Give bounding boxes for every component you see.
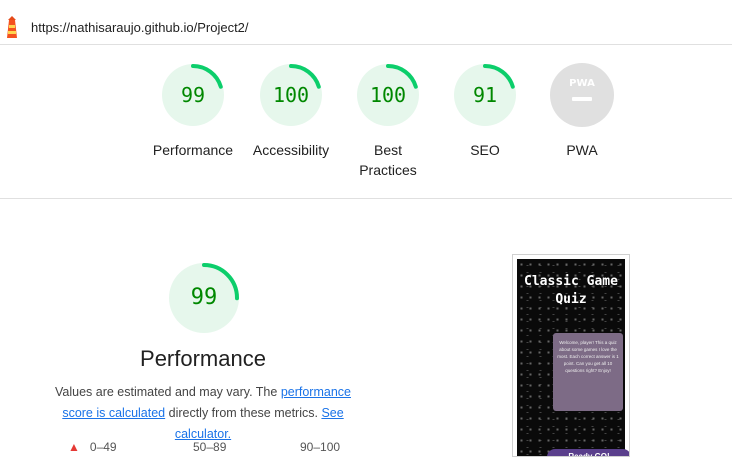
pwa-icon-text: PWA <box>569 78 595 89</box>
legend-pass-label: 90–100 <box>300 440 341 454</box>
desc-prefix: Values are estimated and may vary. The <box>55 385 281 399</box>
thumbnail-title: Classic Game Quiz <box>524 274 618 307</box>
page-screenshot-thumbnail[interactable]: Classic Game Quiz Welcome, player! This … <box>512 254 630 457</box>
pwa-icon: PWA <box>550 63 614 127</box>
thumbnail-card: Welcome, player! This a quiz about some … <box>553 333 623 411</box>
performance-gauge: 99 <box>167 261 241 335</box>
desc-middle: directly from these metrics. <box>165 406 322 420</box>
fail-triangle-icon: ▲ <box>68 440 80 454</box>
thumbnail-background: Classic Game Quiz Welcome, player! This … <box>517 259 629 456</box>
gauge-label: Best Practices <box>359 142 417 178</box>
gauge-seo[interactable]: 91 SEO <box>435 62 535 160</box>
gauge-score: 100 <box>369 83 407 107</box>
gauge-label: Accessibility <box>252 142 330 158</box>
section-divider <box>0 198 732 199</box>
legend-average-label: 50–89 <box>193 440 227 454</box>
thumbnail-button: Ready GO! <box>547 449 629 456</box>
gauge-best-practices[interactable]: 100 Best Practices <box>338 62 438 180</box>
performance-title: Performance <box>140 346 266 371</box>
gauge-label: SEO <box>470 142 500 158</box>
category-gauges: 99 Performance 100 Accessibility 100 Bes… <box>0 62 732 192</box>
gauge-accessibility[interactable]: 100 Accessibility <box>241 62 341 160</box>
legend-fail: ▲ 0–49 <box>68 440 117 454</box>
gauge-label: Performance <box>152 142 234 158</box>
lighthouse-icon <box>7 16 17 38</box>
legend-fail-label: 0–49 <box>89 440 117 454</box>
legend-pass: 90–100 <box>300 440 340 454</box>
performance-score: 99 <box>190 285 218 310</box>
performance-description: Values are estimated and may vary. The p… <box>38 382 368 445</box>
gauge-score: 100 <box>272 83 310 107</box>
gauge-score: 91 <box>472 83 498 107</box>
gauge-pwa[interactable]: PWA PWA <box>532 62 632 160</box>
page-url[interactable]: https://nathisaraujo.github.io/Project2/ <box>31 20 249 35</box>
gauge-label: PWA <box>566 142 598 158</box>
legend-average: 50–89 <box>193 440 226 454</box>
gauge-performance[interactable]: 99 Performance <box>143 62 243 160</box>
gauge-score: 99 <box>180 83 206 107</box>
report-header: https://nathisaraujo.github.io/Project2/ <box>0 0 732 45</box>
